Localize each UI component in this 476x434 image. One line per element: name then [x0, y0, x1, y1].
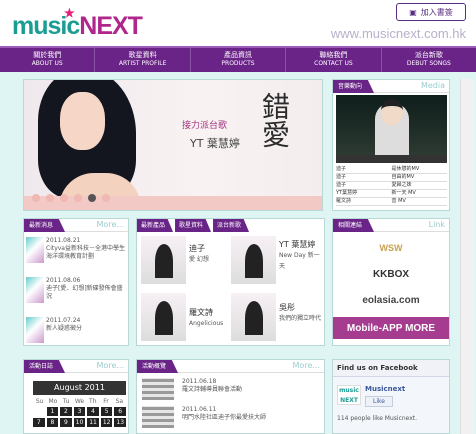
banner-dot[interactable] — [46, 194, 54, 202]
event-thumbnail — [142, 406, 174, 428]
related-links-panel: 相關連結 Link WSW KKBOX eolasia.com Mobile-AP… — [332, 218, 450, 346]
news-thumbnail — [26, 277, 44, 303]
calendar-empty — [33, 407, 45, 416]
video-controls[interactable] — [336, 155, 447, 163]
tab-artist-info[interactable]: 歌星資料 — [175, 219, 212, 232]
product-title-ng[interactable]: 吳彤 我們的獨立時代 — [279, 302, 323, 324]
banner-subtitle: 接力派台歌 — [182, 121, 228, 131]
video-list-row[interactable]: 迪子 是休憩的MV — [336, 166, 447, 174]
banner-dot[interactable] — [60, 194, 68, 202]
nav-artist-profile[interactable]: 歌星資料 ARTIST PROFILE — [95, 48, 191, 72]
featured-banner[interactable]: 接力派台歌 YT 葉慧婷 錯愛 — [23, 79, 323, 211]
news-item[interactable]: 2011.08.21 Cityva益新科技－全港中學生海洋環境教育計劃 — [26, 237, 127, 275]
events-overview-panel: 活動概覽 More... 2011.06.18 羅文詩輔導員聯會活動 2011.06… — [136, 359, 325, 434]
site-url: www.musicnext.com.hk — [330, 26, 466, 41]
video-list: 迪子 是休憩的MV 迪子 自由的MV 迪子 愛歸之妹 YT葉慧婷 新一天 MV 羅文詩音… — [336, 166, 447, 206]
banner-dot-active[interactable] — [88, 194, 96, 202]
product-title-dizi[interactable]: 迪子愛 幻想 — [189, 243, 209, 265]
musicnext-logo[interactable]: ★ musicNEXT — [12, 6, 143, 41]
nav-debut-songs[interactable]: 派台新歌 DEBUT SONGS — [382, 48, 476, 72]
calendar-date[interactable]: 13 — [114, 418, 126, 427]
video-list-row[interactable]: 迪子 愛歸之妹 — [336, 182, 447, 190]
calendar-dates: 123456 7 8 9 10 11 12 13 — [33, 407, 126, 427]
banner-dot[interactable] — [32, 194, 40, 202]
nav-products[interactable]: 產品資訊 PRODUCTS — [191, 48, 287, 72]
events-calendar-panel: 活動日誌 More... August 2011 Su Mo Tu We Th Fr Sa 1… — [23, 359, 129, 434]
calendar-date[interactable]: 8 — [46, 418, 59, 427]
artist-face — [60, 92, 105, 150]
musicnext-homepage: ★ musicNEXT ▣ 加入書簽 www.musicnext.com.hk 關… — [0, 0, 476, 434]
product-image-dizi[interactable] — [141, 236, 186, 284]
product-image-law[interactable] — [141, 293, 186, 341]
music-video-panel: 音樂動向 Media 迪子 是休憩的MV 迪子 自由的MV 迪子 愛歸之妹 YT葉慧婷新… — [332, 79, 450, 211]
video-list-row[interactable]: 迪子 自由的MV — [336, 174, 447, 182]
calendar-date[interactable]: 7 — [33, 418, 45, 427]
nav-about-us[interactable]: 關於我們 ABOUT US — [0, 48, 96, 72]
calendar-date[interactable]: 9 — [60, 418, 72, 427]
video-person-head — [381, 99, 403, 125]
facebook-like-button[interactable]: Like — [365, 396, 393, 407]
products-panel: 最新產品 歌星資料 派台新歌 迪子愛 幻想 YT 葉慧婷 New Day 新一天 … — [136, 218, 325, 346]
facebook-like-count: 114 people like Musicnext. — [337, 415, 418, 422]
product-title-law[interactable]: 羅文詩 Angelicious — [189, 307, 223, 329]
news-thumbnail — [26, 237, 44, 263]
site-header: ★ musicNEXT ▣ 加入書簽 www.musicnext.com.hk — [0, 0, 476, 46]
products-tabs: 最新產品 歌星資料 派台新歌 — [137, 219, 251, 232]
calendar-date[interactable]: 2 — [60, 407, 72, 416]
news-thumbnail — [26, 317, 44, 343]
product-image-ng[interactable] — [231, 293, 276, 341]
latest-news-panel: 最新消息 More... 2011.08.21 Cityva益新科技－全港中學生海洋… — [23, 218, 129, 346]
calendar-weekdays: Su Mo Tu We Th Fr Sa — [35, 398, 124, 405]
nav-contact-us[interactable]: 聯絡我們 CONTACT US — [286, 48, 382, 72]
tab-latest-products[interactable]: 最新產品 — [137, 219, 174, 232]
video-list-row[interactable]: 羅文詩音 MV — [336, 198, 447, 206]
news-item[interactable]: 2011.08.06 迪子[愛．幻想]新碟發佈會盛況 — [26, 277, 127, 315]
event-item[interactable]: 2011.06.18 羅文詩輔導員聯會活動 — [142, 378, 322, 402]
banner-dot[interactable] — [74, 194, 82, 202]
calendar-title: 活動日誌 More... — [24, 360, 128, 373]
calendar-date[interactable]: 10 — [73, 418, 86, 427]
video-panel-title: 音樂動向 Media — [333, 80, 449, 93]
musicnext-fb-logo[interactable]: music NEXT — [337, 385, 361, 405]
facebook-panel: Find us on Facebook music NEXT Musicnext … — [332, 359, 450, 434]
event-thumbnail — [142, 378, 174, 400]
news-item[interactable]: 2011.07.24 新人疑惑徵分 — [26, 317, 127, 355]
star-icon: ★ — [64, 6, 75, 20]
event-item[interactable]: 2011.06.11 明門水陸社區迪子你最愛扶大師 — [142, 406, 322, 430]
bookmark-button[interactable]: ▣ 加入書簽 — [396, 3, 466, 21]
calendar-date[interactable]: 6 — [114, 407, 126, 416]
facebook-page-name[interactable]: Musicnext — [365, 385, 405, 393]
links-title: 相關連結 Link — [333, 219, 449, 232]
facebook-title: Find us on Facebook — [333, 360, 449, 377]
page-scrollbar[interactable] — [460, 79, 474, 434]
video-player[interactable] — [336, 95, 447, 155]
calendar-date[interactable]: 4 — [87, 407, 99, 416]
link-kkbox[interactable]: KKBOX — [333, 263, 449, 285]
link-mobile-app[interactable]: Mobile-APP MORE — [333, 317, 449, 339]
product-title-yt[interactable]: YT 葉慧婷 New Day 新一天 — [279, 239, 323, 272]
banner-dot[interactable] — [102, 194, 110, 202]
bookmark-icon: ▣ — [409, 7, 417, 17]
calendar-month[interactable]: August 2011 — [33, 381, 126, 395]
calendar-date[interactable]: 12 — [100, 418, 113, 427]
link-wsw[interactable]: WSW — [333, 237, 449, 259]
main-navigation: 關於我們 ABOUT US 歌星資料 ARTIST PROFILE 產品資訊 PROD… — [0, 46, 476, 72]
calendar-date[interactable]: 11 — [87, 418, 99, 427]
link-eolasia[interactable]: eolasia.com — [333, 289, 449, 311]
calendar-date[interactable]: 3 — [73, 407, 86, 416]
events-title: 活動概覽 More... — [137, 360, 324, 373]
banner-song-title: 錯愛 — [258, 92, 291, 148]
banner-artist: YT 葉慧婷 — [190, 137, 240, 150]
video-list-row[interactable]: YT葉慧婷 新一天 MV — [336, 190, 447, 198]
calendar-date[interactable]: 1 — [46, 407, 59, 416]
banner-pagination — [32, 194, 110, 202]
product-image-yt[interactable] — [231, 236, 276, 284]
tab-new-songs[interactable]: 派台新歌 — [213, 219, 250, 232]
calendar-date[interactable]: 5 — [100, 407, 113, 416]
news-title: 最新消息 More... — [24, 219, 128, 232]
